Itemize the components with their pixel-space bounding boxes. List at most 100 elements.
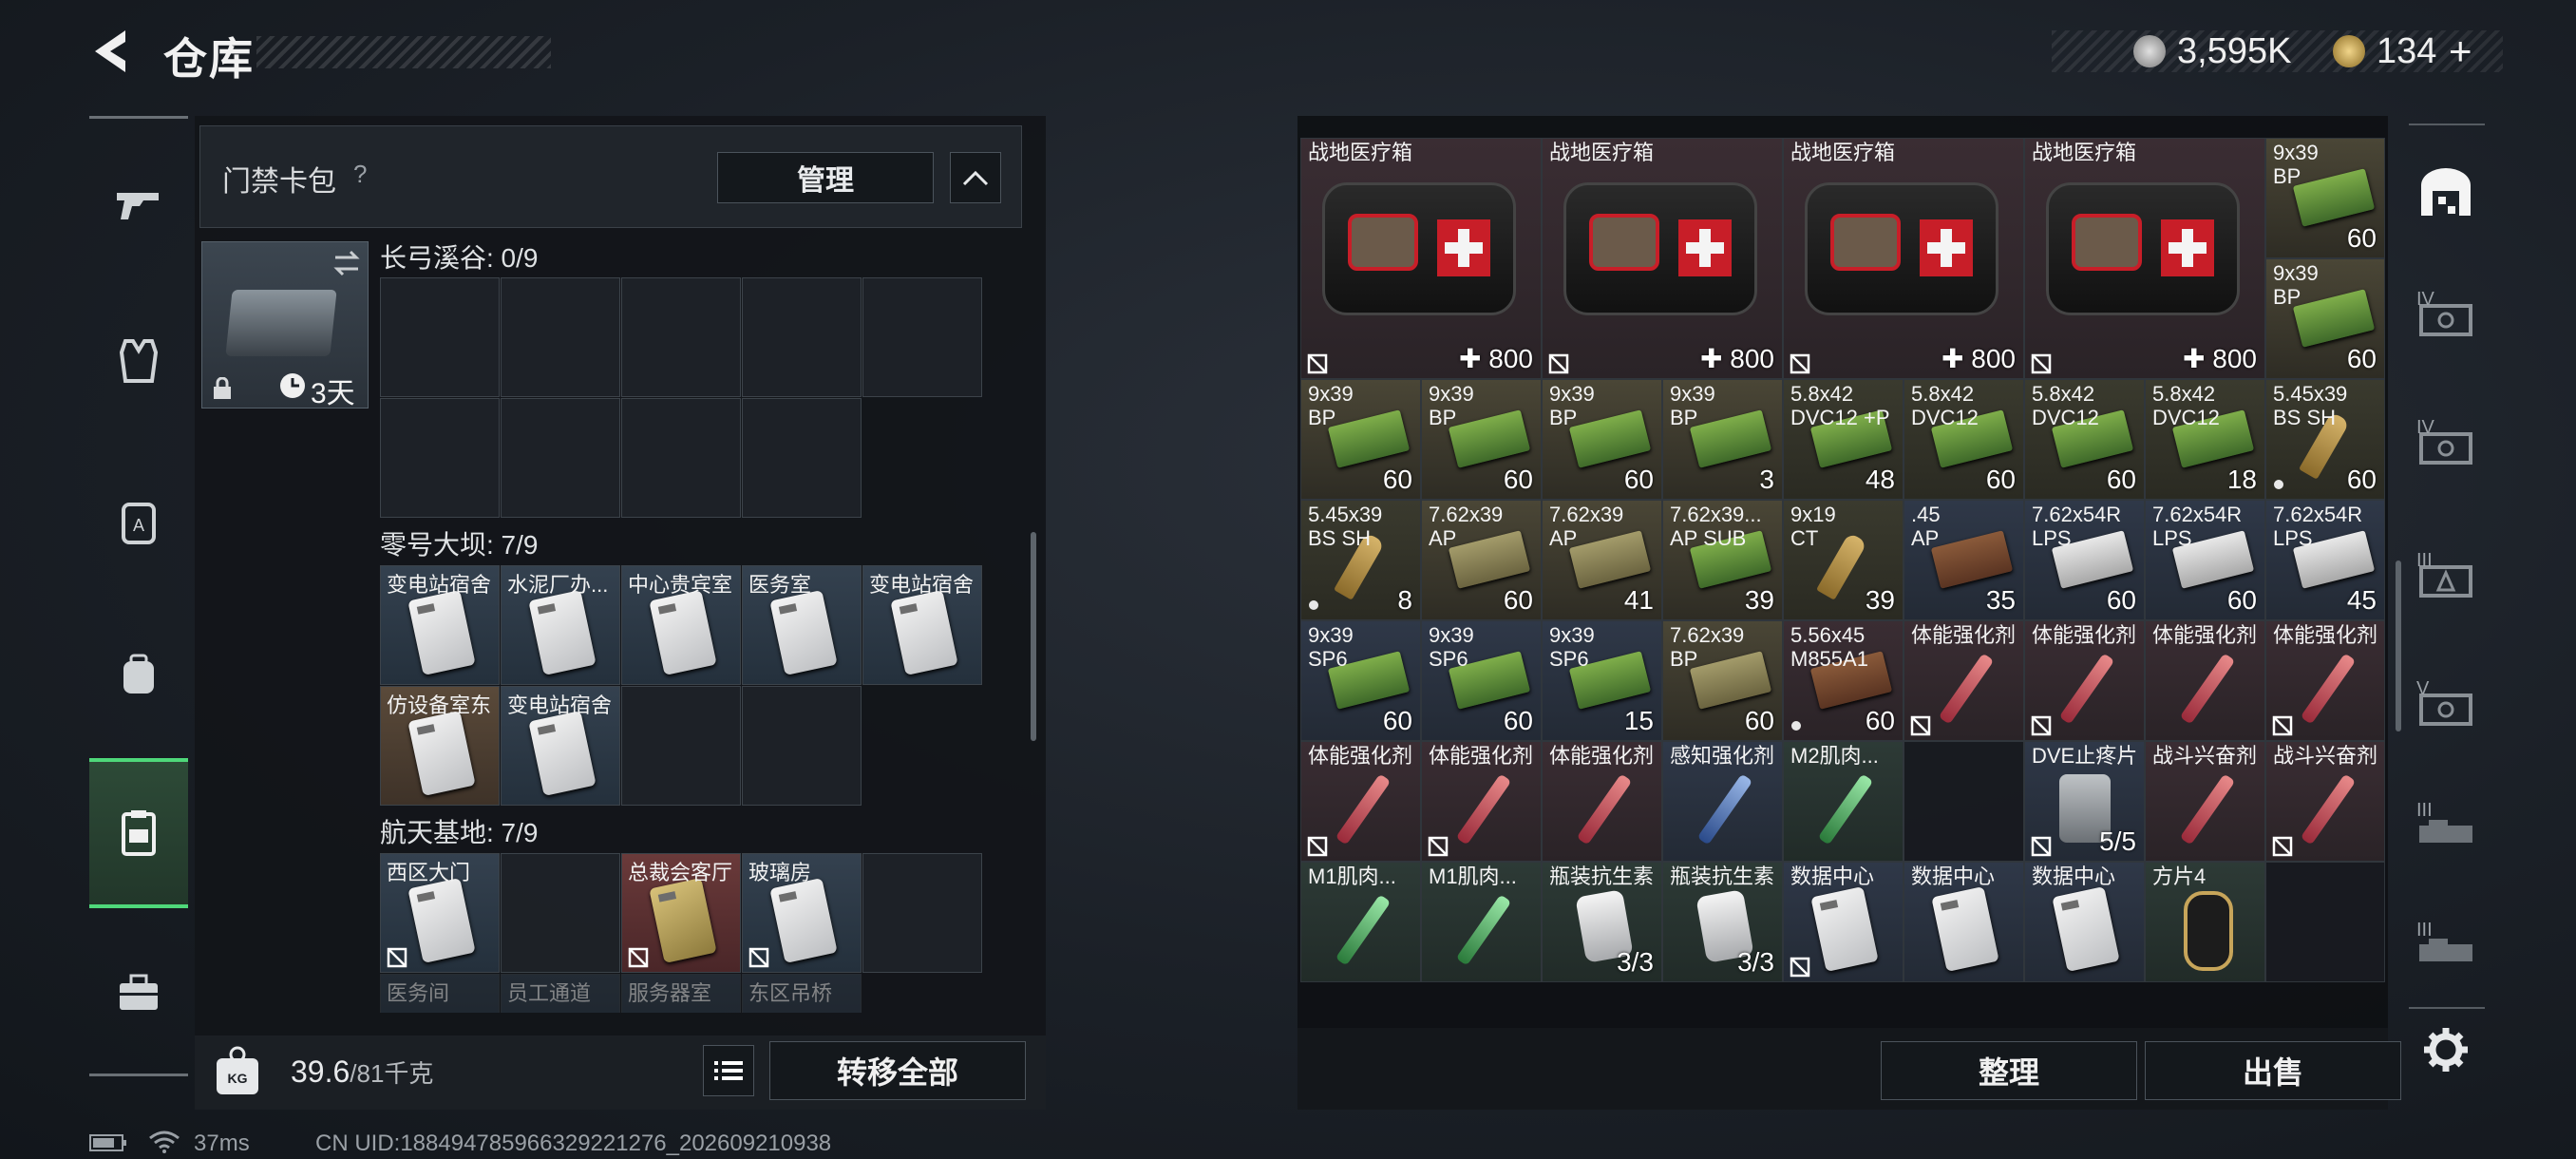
rail-storage-3[interactable]: III [2403,527,2489,632]
keycard-slot[interactable]: 西区大门 [380,853,500,973]
swap-icon[interactable] [331,250,362,276]
keycard-slot[interactable]: 医务室 [742,565,862,685]
stim-item[interactable]: M1肌肉... [1421,862,1542,982]
scrollbar[interactable] [2396,560,2401,732]
empty-slot[interactable] [621,398,741,518]
stim-item[interactable]: 体能强化剂 [1300,741,1421,862]
ammo-item[interactable]: 5.56x45 M855A1 60 [1783,620,1904,741]
manage-button[interactable]: 管理 [717,152,934,203]
ammo-item[interactable]: 9x39 BP 60 [1421,379,1542,500]
ammo-item[interactable]: 7.62x39 AP 41 [1542,500,1662,620]
rail-storage-4[interactable]: IV [2403,266,2489,370]
scrollbar[interactable] [1031,532,1036,741]
empty-slot[interactable] [621,277,741,397]
empty-slot[interactable] [862,277,982,397]
empty-slot[interactable] [621,686,741,806]
list-view-button[interactable] [703,1045,754,1096]
help-icon[interactable]: ? [353,160,367,189]
keycard-item[interactable]: 数据中心 [1904,862,2024,982]
keycard-slot[interactable]: 水泥厂办... [501,565,620,685]
ammo-item[interactable]: 5.8x42 DVC12 60 [2024,379,2145,500]
transfer-all-button[interactable]: 转移全部 [769,1041,1026,1100]
medkit-item[interactable]: 战地医疗箱 ✚ 800 [1542,138,1783,379]
empty-slot[interactable] [380,398,500,518]
ammo-item[interactable]: 7.62x39 AP 60 [1421,500,1542,620]
empty-slot[interactable] [742,398,862,518]
keycard-slot[interactable]: 东区吊桥 [742,974,862,1013]
rail-storage-5[interactable]: V [2403,656,2489,760]
collectible-item[interactable]: 方片4 [2145,862,2265,982]
keycard-item[interactable]: 数据中心 [2024,862,2145,982]
nav-backpack[interactable] [89,618,188,732]
back-arrow-icon[interactable] [87,27,137,76]
add-currency-button[interactable]: + [2449,28,2472,74]
keycard-slot[interactable]: 医务间 [380,974,500,1013]
ammo-item[interactable]: 9x39 BP 60 [2265,258,2385,379]
sell-button[interactable]: 出售 [2145,1041,2401,1100]
ammo-item[interactable]: 9x19 CT 39 [1783,500,1904,620]
sort-button[interactable]: 整理 [1881,1041,2137,1100]
keycard-slot[interactable]: 员工通道 [501,974,620,1013]
empty-slot[interactable] [742,686,862,806]
nav-keycard-pack[interactable] [89,758,188,908]
ammo-item[interactable]: 9x39 SP6 60 [1421,620,1542,741]
antibiotic-item[interactable]: 瓶装抗生素 3/3 [1542,862,1662,982]
rail-weapon-case-2[interactable]: III [2403,902,2489,998]
empty-slot[interactable] [501,277,620,397]
nav-safe-box[interactable] [89,936,188,1050]
nav-armor[interactable] [89,304,188,418]
ammo-item[interactable]: 5.8x42 DVC12 +P 48 [1783,379,1904,500]
ammo-item[interactable]: 5.45x39 BS SH 60 [2265,379,2385,500]
stim-item[interactable]: 感知强化剂 [1662,741,1783,862]
empty-slot[interactable] [1904,741,2024,862]
stim-item[interactable]: M2肌肉... [1783,741,1904,862]
medkit-item[interactable]: 战地医疗箱 ✚ 800 [1783,138,2024,379]
empty-slot[interactable] [2265,862,2385,982]
ammo-item[interactable]: 9x39 BP 60 [1542,379,1662,500]
ammo-item[interactable]: 7.62x54R LPS 45 [2265,500,2385,620]
empty-slot[interactable] [862,853,982,973]
antibiotic-item[interactable]: 瓶装抗生素 3/3 [1662,862,1783,982]
ammo-item[interactable]: 5.8x42 DVC12 18 [2145,379,2265,500]
keycard-slot[interactable]: 变电站宿舍 [862,565,982,685]
ammo-item[interactable]: 5.45x39 BS SH 8 [1300,500,1421,620]
stim-item[interactable]: 体能强化剂 [1542,741,1662,862]
ammo-item[interactable]: .45 AP 35 [1904,500,2024,620]
empty-slot[interactable] [742,277,862,397]
ammo-item[interactable]: 9x39 BP 60 [2265,138,2385,258]
keycard-slot[interactable]: 服务器室 [621,974,741,1013]
stim-item[interactable]: 体能强化剂 [2024,620,2145,741]
keycard-pack-item[interactable]: 3天 [201,241,369,409]
ammo-item[interactable]: 7.62x39... AP SUB 39 [1662,500,1783,620]
ammo-item[interactable]: 9x39 BP 60 [1300,379,1421,500]
gear-icon[interactable] [2422,1026,2470,1074]
stim-item[interactable]: 体能强化剂 [2265,620,2385,741]
empty-slot[interactable] [501,398,620,518]
stim-item[interactable]: M1肌肉... [1300,862,1421,982]
ammo-item[interactable]: 9x39 SP6 60 [1300,620,1421,741]
stim-item[interactable]: 体能强化剂 [1421,741,1542,862]
empty-slot[interactable] [380,277,500,397]
stim-item[interactable]: 战斗兴奋剂 [2265,741,2385,862]
keycard-item[interactable]: 数据中心 [1783,862,1904,982]
keycard-slot[interactable]: 玻璃房 [742,853,862,973]
ammo-item[interactable]: 7.62x54R LPS 60 [2145,500,2265,620]
painkiller-item[interactable]: DVE止疼片 5/5 [2024,741,2145,862]
nav-rig[interactable]: A [89,466,188,580]
ammo-item[interactable]: 7.62x39 BP 60 [1662,620,1783,741]
keycard-slot[interactable]: 总裁会客厅 [621,853,741,973]
rail-warehouse[interactable] [2403,141,2489,245]
collapse-button[interactable] [950,152,1001,203]
keycard-slot[interactable]: 变电站宿舍 [380,565,500,685]
medkit-item[interactable]: 战地医疗箱 ✚ 800 [1300,138,1542,379]
ammo-item[interactable]: 5.8x42 DVC12 60 [1904,379,2024,500]
nav-weapons[interactable] [89,147,188,261]
empty-slot[interactable] [501,853,620,973]
stim-item[interactable]: 体能强化剂 [2145,620,2265,741]
stim-item[interactable]: 体能强化剂 [1904,620,2024,741]
ammo-item[interactable]: 9x39 BP 3 [1662,379,1783,500]
stim-item[interactable]: 战斗兴奋剂 [2145,741,2265,862]
keycard-slot[interactable]: 变电站宿舍 [501,686,620,806]
ammo-item[interactable]: 9x39 SP6 15 [1542,620,1662,741]
medkit-item[interactable]: 战地医疗箱 ✚ 800 [2024,138,2265,379]
